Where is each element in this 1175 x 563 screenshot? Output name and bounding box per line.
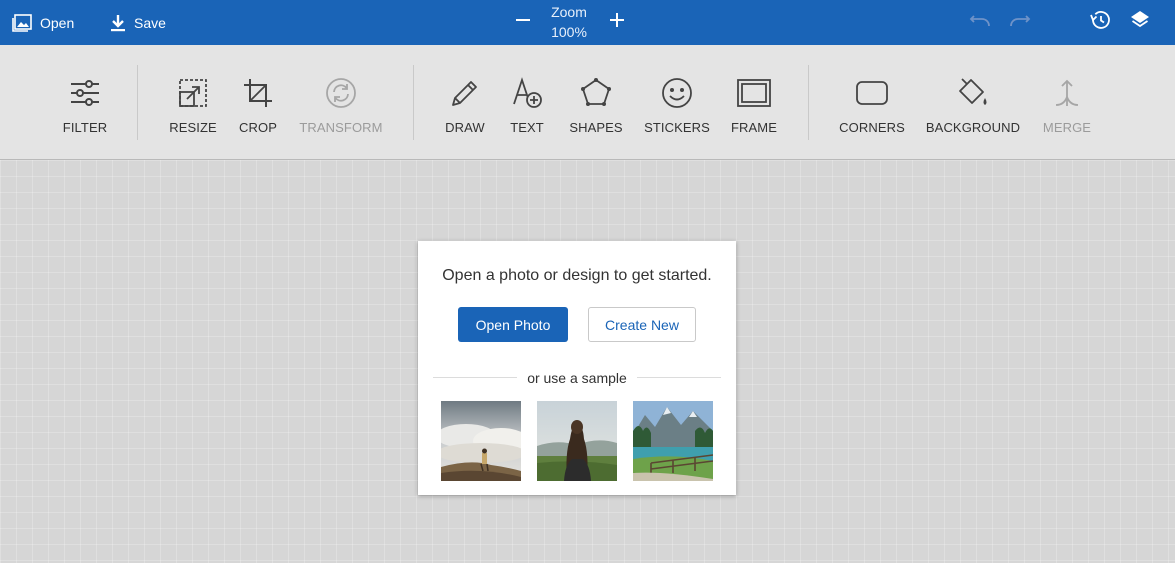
- tool-label: CORNERS: [839, 120, 905, 135]
- open-button[interactable]: Open: [12, 0, 74, 45]
- open-photo-button[interactable]: Open Photo: [458, 307, 568, 342]
- tool-label: SHAPES: [569, 120, 623, 135]
- redo-button[interactable]: [1007, 9, 1033, 35]
- undo-button[interactable]: [967, 9, 993, 35]
- crop-icon: [240, 75, 276, 111]
- tool-label: MERGE: [1042, 120, 1092, 135]
- tool-label: RESIZE: [169, 120, 217, 135]
- start-message: Open a photo or design to get started.: [442, 267, 712, 284]
- tool-label: DRAW: [445, 120, 485, 135]
- zoom-in-button[interactable]: [605, 10, 629, 34]
- tool-stickers[interactable]: STICKERS: [641, 75, 713, 135]
- tool-transform[interactable]: TRANSFORM: [296, 75, 386, 135]
- sliders-icon: [67, 75, 103, 111]
- toolbar-divider: [808, 65, 809, 140]
- tool-label: STICKERS: [644, 120, 710, 135]
- divider-line-right: [637, 377, 721, 378]
- toolbar-divider: [413, 65, 414, 140]
- layers-button[interactable]: [1127, 9, 1153, 35]
- tool-filter[interactable]: FILTER: [60, 75, 110, 135]
- resize-icon: [175, 75, 211, 111]
- save-button[interactable]: Save: [110, 0, 166, 45]
- tool-frame[interactable]: FRAME: [728, 75, 780, 135]
- pencil-icon: [447, 75, 483, 111]
- zoom-value: 100%: [551, 24, 587, 40]
- sample-thumbnail-lake[interactable]: [633, 401, 713, 481]
- tool-label: CROP: [239, 120, 277, 135]
- top-bar: Open Save Zoom 100%: [0, 0, 1175, 45]
- create-new-button[interactable]: Create New: [588, 307, 696, 342]
- frame-icon: [736, 75, 772, 111]
- merge-icon: [1049, 75, 1085, 111]
- tool-label: FRAME: [731, 120, 777, 135]
- tool-crop[interactable]: CROP: [233, 75, 283, 135]
- zoom-readout: Zoom 100%: [539, 2, 599, 42]
- zoom-out-button[interactable]: [511, 10, 535, 34]
- tool-corners[interactable]: CORNERS: [837, 75, 907, 135]
- plus-icon: [610, 12, 624, 32]
- rounded-rect-icon: [854, 75, 890, 111]
- save-label: Save: [134, 14, 166, 31]
- zoom-label: Zoom: [551, 4, 587, 20]
- tool-label: FILTER: [62, 120, 108, 135]
- image-icon: [12, 13, 32, 32]
- sample-thumbnail-clouds[interactable]: [441, 401, 521, 481]
- history-icon: [1089, 10, 1111, 35]
- layers-icon: [1129, 10, 1151, 35]
- sample-thumbnail-woman[interactable]: [537, 401, 617, 481]
- toolbar-divider: [137, 65, 138, 140]
- undo-icon: [969, 13, 991, 32]
- download-icon: [110, 14, 126, 32]
- open-label: Open: [40, 14, 75, 31]
- rotate-icon: [323, 75, 359, 111]
- smiley-icon: [659, 75, 695, 111]
- history-button[interactable]: [1087, 9, 1113, 35]
- zoom-control: Zoom 100%: [505, 0, 635, 45]
- tool-label: TRANSFORM: [299, 120, 383, 135]
- tool-draw[interactable]: DRAW: [440, 75, 490, 135]
- tool-merge[interactable]: MERGE: [1040, 75, 1094, 135]
- tools-toolbar: FILTER RESIZE CROP TRANSFORM DRAW TEXT S…: [0, 45, 1175, 160]
- paint-bucket-icon: [955, 75, 991, 111]
- pentagon-icon: [578, 75, 614, 111]
- tool-resize[interactable]: RESIZE: [168, 75, 218, 135]
- tool-label: BACKGROUND: [925, 120, 1021, 135]
- start-dialog: Open a photo or design to get started. O…: [418, 241, 736, 495]
- tool-background[interactable]: BACKGROUND: [923, 75, 1023, 135]
- tool-text[interactable]: TEXT: [502, 75, 552, 135]
- redo-icon: [1009, 13, 1031, 32]
- tool-shapes[interactable]: SHAPES: [566, 75, 626, 135]
- tool-label: TEXT: [510, 120, 544, 135]
- sample-divider-text: or use a sample: [527, 370, 627, 386]
- text-add-icon: [509, 75, 545, 111]
- minus-icon: [516, 13, 530, 32]
